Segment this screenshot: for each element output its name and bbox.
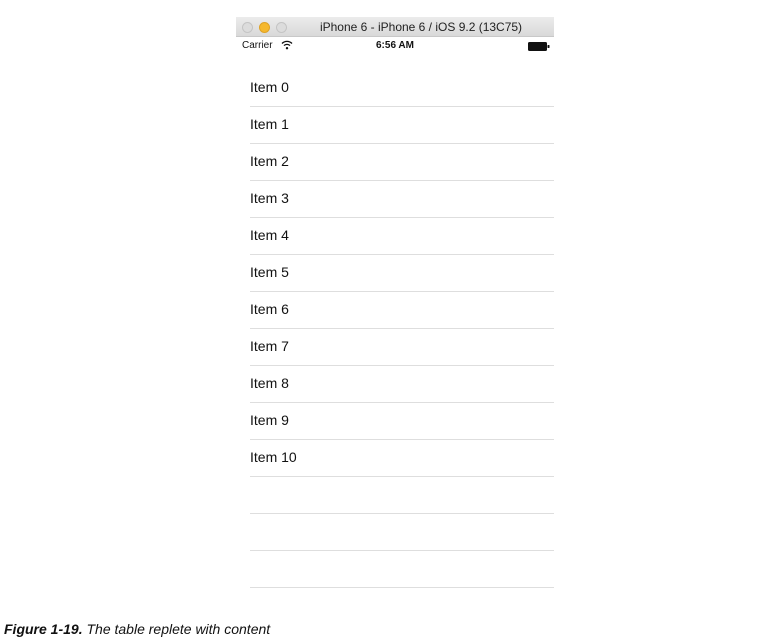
cell-label: Item 3 bbox=[250, 190, 289, 206]
table-row[interactable]: Item 3 bbox=[236, 181, 554, 218]
cell-label: Item 8 bbox=[250, 375, 289, 391]
table-row[interactable] bbox=[236, 477, 554, 514]
table-row[interactable]: Item 4 bbox=[236, 218, 554, 255]
cell-label: Item 2 bbox=[250, 153, 289, 169]
cell-label: Item 0 bbox=[250, 79, 289, 95]
caption-number: Figure 1-19. bbox=[4, 621, 83, 637]
table-row[interactable]: Item 5 bbox=[236, 255, 554, 292]
zoom-icon[interactable] bbox=[276, 22, 287, 33]
status-time: 6:56 AM bbox=[376, 40, 414, 51]
window-titlebar[interactable]: iPhone 6 - iPhone 6 / iOS 9.2 (13C75) bbox=[236, 17, 554, 37]
figure-caption: Figure 1-19. The table replete with cont… bbox=[4, 620, 270, 638]
cell-label: Item 4 bbox=[250, 227, 289, 243]
table-row[interactable]: Item 8 bbox=[236, 366, 554, 403]
cell-label: Item 7 bbox=[250, 338, 289, 354]
table-row[interactable]: Item 9 bbox=[236, 403, 554, 440]
table-view[interactable]: Item 0 Item 1 Item 2 Item 3 Item 4 Item 5 Item… bbox=[236, 70, 554, 588]
simulator-window: iPhone 6 - iPhone 6 / iOS 9.2 (13C75) Ca… bbox=[236, 17, 554, 617]
cell-label: Item 6 bbox=[250, 301, 289, 317]
battery-icon bbox=[528, 42, 550, 51]
table-row[interactable]: Item 6 bbox=[236, 292, 554, 329]
table-row[interactable] bbox=[236, 551, 554, 588]
window-title: iPhone 6 - iPhone 6 / iOS 9.2 (13C75) bbox=[319, 20, 523, 34]
table-row[interactable]: Item 10 bbox=[236, 440, 554, 477]
cell-label: Item 10 bbox=[250, 449, 297, 465]
cell-label: Item 9 bbox=[250, 412, 289, 428]
row-separator bbox=[250, 587, 554, 588]
table-row[interactable]: Item 0 bbox=[236, 70, 554, 107]
caption-text: The table replete with content bbox=[86, 621, 271, 637]
ios-status-bar: Carrier 6:56 AM bbox=[236, 37, 554, 55]
cell-label: Item 1 bbox=[250, 116, 289, 132]
close-icon[interactable] bbox=[242, 22, 253, 33]
table-row[interactable]: Item 7 bbox=[236, 329, 554, 366]
table-row[interactable] bbox=[236, 514, 554, 551]
minimize-icon[interactable] bbox=[259, 22, 270, 33]
table-row[interactable]: Item 2 bbox=[236, 144, 554, 181]
table-row[interactable]: Item 1 bbox=[236, 107, 554, 144]
cell-label: Item 5 bbox=[250, 264, 289, 280]
